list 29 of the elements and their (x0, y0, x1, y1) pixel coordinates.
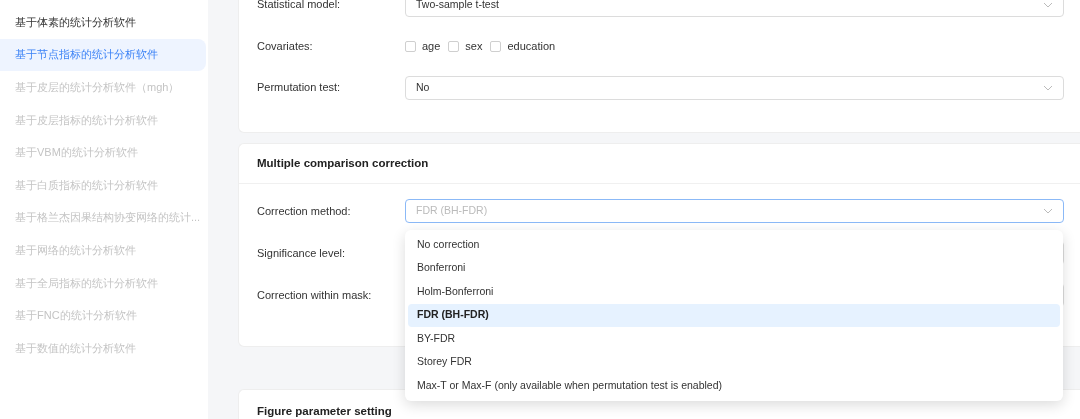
checkbox-label: age (422, 39, 441, 55)
select-field[interactable]: FDR (BH-FDR) (405, 199, 1064, 223)
dropdown-option[interactable]: Storey FDR (408, 350, 1060, 374)
sidebar-item[interactable]: 基于节点指标的统计分析软件 (0, 38, 206, 71)
field-label: Statistical model: (257, 0, 342, 13)
field-label: Permutation test: (257, 80, 342, 96)
dropdown-option[interactable]: FDR (BH-FDR) (408, 303, 1060, 327)
section-title: Multiple comparison correction (257, 155, 429, 171)
chevron-down-icon (1043, 1, 1053, 8)
field-label: Covariates: (257, 39, 314, 55)
checkbox-label: education (507, 39, 556, 55)
section-title: Figure parameter setting (257, 404, 392, 419)
dropdown-option[interactable]: Bonferroni (408, 256, 1060, 280)
sidebar-item[interactable]: 基于体素的统计分析软件 (0, 6, 206, 38)
dropdown-option[interactable]: Holm-Bonferroni (408, 280, 1060, 304)
checkbox[interactable] (448, 41, 460, 52)
chevron-down-icon (1043, 84, 1053, 91)
field-label: Correction method: (257, 203, 352, 219)
dropdown-option[interactable]: BY-FDR (408, 327, 1060, 351)
select-field[interactable]: Two-sample t-test (405, 0, 1064, 17)
chevron-down-icon (1043, 208, 1053, 214)
field-label: Correction within mask: (257, 287, 373, 303)
field-label: Significance level: (257, 245, 347, 261)
select-field[interactable]: No (405, 75, 1064, 100)
dropdown-option[interactable]: No correction (408, 233, 1060, 257)
checkbox[interactable] (490, 41, 502, 52)
dropdown-option[interactable]: Max-T or Max-F (only available when permutation test is enabled) (408, 374, 1060, 398)
checkbox[interactable] (405, 41, 416, 52)
checkbox-label: sex (465, 39, 483, 55)
